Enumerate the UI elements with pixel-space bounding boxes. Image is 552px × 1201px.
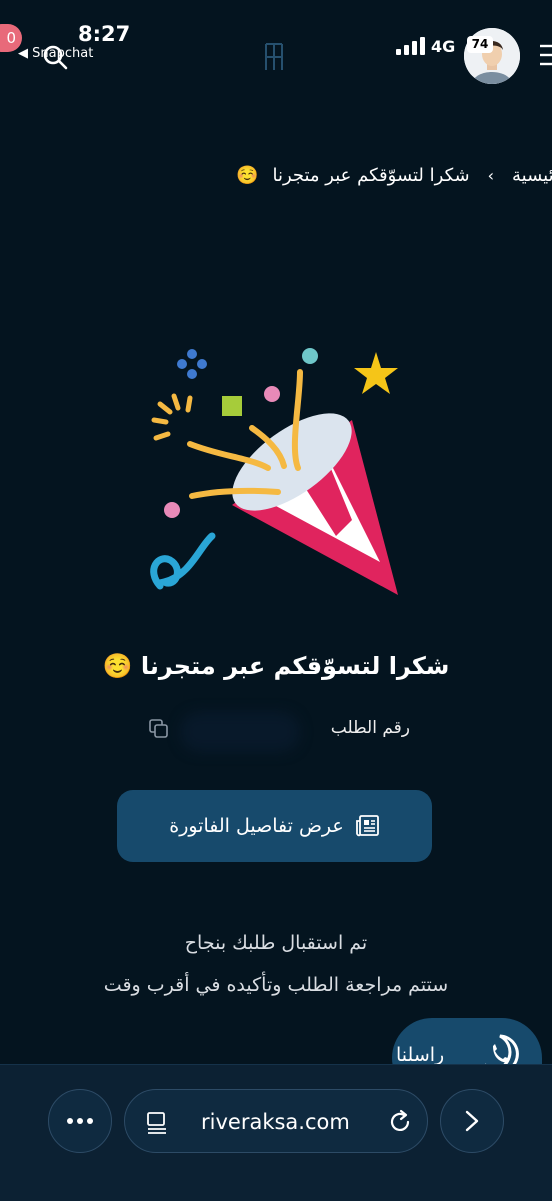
copy-icon[interactable] (148, 718, 170, 740)
network-label: 4G (431, 37, 456, 56)
view-invoice-button[interactable]: عرض تفاصيل الفاتورة (117, 790, 432, 862)
status-bar: 0 8:27 ◀ Snapchat 4G 74 (0, 0, 552, 90)
order-number-row: رقم الطلب (140, 712, 410, 752)
order-number-redacted (180, 712, 300, 752)
smile-emoji: ☺️ (102, 652, 133, 680)
breadcrumb-current-label: شكرا لتسوّقكم عبر متجرنا (272, 164, 470, 186)
more-dots-icon (67, 1118, 93, 1124)
thank-you-title: شكرا لتسوّقكم عبر متجرنا ☺️ (0, 652, 552, 680)
breadcrumb-separator: › (487, 165, 494, 185)
order-received-message: تم استقبال طلبك بنجاح (184, 932, 368, 954)
thank-you-text: شكرا لتسوّقكم عبر متجرنا (140, 652, 450, 680)
order-number-label: رقم الطلب (330, 718, 410, 738)
forward-button[interactable] (440, 1089, 504, 1153)
chevron-right-icon (465, 1110, 479, 1132)
battery-indicator: 74 (467, 36, 493, 53)
party-popper-icon (150, 348, 398, 595)
reader-mode-icon (147, 1112, 166, 1134)
breadcrumb: الرئيسية › شكرا لتسوّقكم عبر متجرنا ☺️ (236, 160, 552, 190)
more-options-button[interactable] (48, 1089, 112, 1153)
browser-toolbar: riveraksa.com (0, 1064, 552, 1201)
url-text: riveraksa.com (201, 1110, 350, 1134)
signal-icon (396, 37, 425, 55)
search-icon[interactable] (42, 44, 68, 70)
breadcrumb-home-link[interactable]: الرئيسية (512, 165, 552, 186)
menu-icon[interactable] (538, 42, 552, 68)
store-logo-icon (265, 43, 283, 70)
smile-emoji: ☺️ (236, 164, 259, 186)
view-invoice-label: عرض تفاصيل الفاتورة (169, 815, 344, 837)
breadcrumb-current: شكرا لتسوّقكم عبر متجرنا ☺️ (236, 165, 469, 186)
reload-icon[interactable] (387, 1109, 413, 1135)
address-bar[interactable]: riveraksa.com (124, 1089, 428, 1153)
status-time: 8:27 (78, 22, 131, 46)
contact-us-label: راسلنا (396, 1044, 445, 1066)
newspaper-icon (355, 815, 379, 837)
order-review-message: ستتم مراجعة الطلب وتأكيده في أقرب وقت (103, 974, 449, 996)
